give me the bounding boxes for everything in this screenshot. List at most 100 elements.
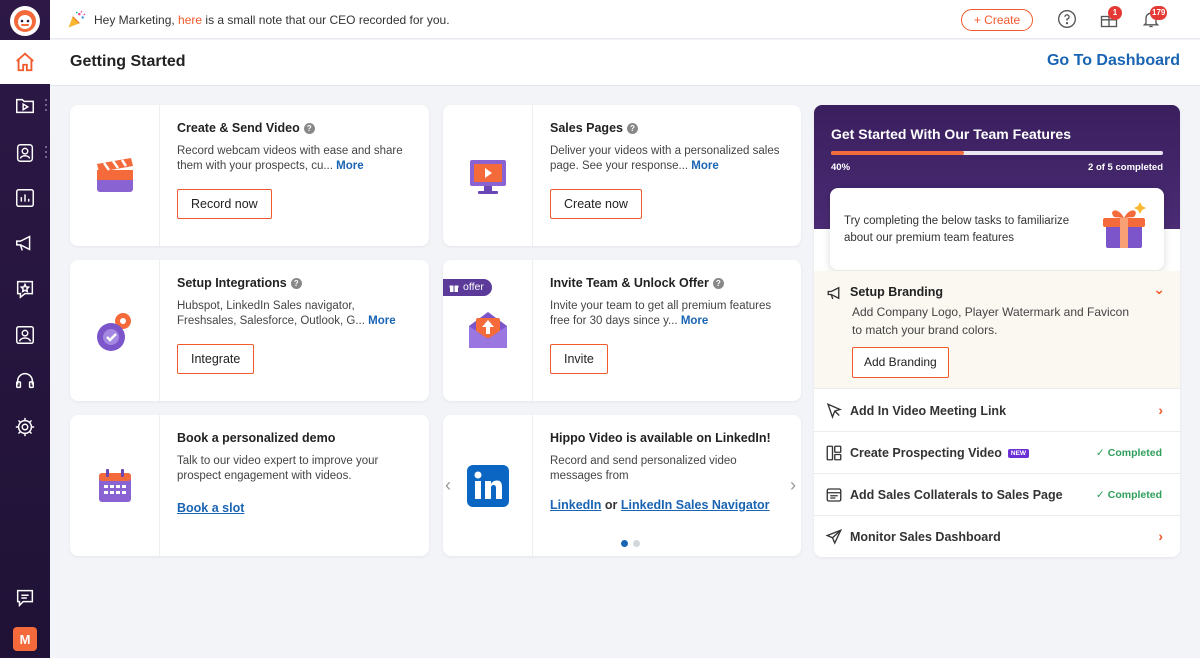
gift-icon bbox=[449, 285, 459, 292]
linkedin-icon bbox=[466, 464, 509, 507]
branding-description: Add Company Logo, Player Watermark and F… bbox=[852, 305, 1130, 337]
cursor-icon bbox=[826, 403, 842, 419]
menu-dots-icon[interactable] bbox=[45, 99, 47, 111]
star-icon bbox=[16, 280, 34, 299]
app-logo[interactable] bbox=[10, 6, 40, 36]
card-description: Record webcam videos with ease and share… bbox=[177, 145, 403, 172]
browser-window-icon bbox=[826, 488, 842, 502]
gift-button[interactable]: 1 bbox=[1099, 6, 1122, 31]
note-suffix: is a small note that our CEO recorded fo… bbox=[205, 13, 450, 27]
create-now-button[interactable]: Create now bbox=[550, 189, 642, 219]
calendar-icon bbox=[98, 468, 131, 502]
help-icon[interactable]: ? bbox=[712, 277, 724, 289]
book-slot-link[interactable]: Book a slot bbox=[177, 501, 244, 515]
page-header: Getting Started Go To Dashboard bbox=[50, 40, 1200, 86]
ceo-note-link[interactable]: here bbox=[178, 13, 202, 27]
sidebar-item-videos[interactable] bbox=[0, 84, 50, 128]
sidebar: M bbox=[0, 0, 50, 658]
invite-button[interactable]: Invite bbox=[550, 344, 608, 374]
chevron-right-icon: › bbox=[1158, 528, 1163, 544]
card-integrations: Setup Integrations? Hubspot, LinkedIn Sa… bbox=[70, 260, 429, 401]
linkedin-sales-navigator-link[interactable]: LinkedIn Sales Navigator bbox=[621, 498, 770, 512]
feedback-icon bbox=[16, 589, 34, 608]
task-row[interactable]: Add Sales Collaterals to Sales Page ✓ Com… bbox=[814, 474, 1180, 516]
note-prefix: Hey Marketing, bbox=[94, 13, 175, 27]
more-link[interactable]: More bbox=[336, 160, 363, 172]
sidebar-item-contacts[interactable] bbox=[0, 131, 50, 175]
progress-count: 2 of 5 completed bbox=[1088, 162, 1163, 173]
presentation-icon bbox=[16, 326, 34, 344]
menu-dots-icon[interactable] bbox=[45, 146, 47, 158]
send-icon bbox=[825, 529, 843, 545]
card-description: Hubspot, LinkedIn Sales navigator, Fresh… bbox=[177, 300, 365, 327]
card-title: Sales Pages bbox=[550, 121, 623, 135]
task-row[interactable]: Add In Video Meeting Link › bbox=[814, 390, 1180, 432]
more-link[interactable]: More bbox=[691, 160, 718, 172]
card-book-demo: Book a personalized demo Talk to our vid… bbox=[70, 415, 429, 556]
progress-fill bbox=[831, 151, 964, 155]
check-icon: ✓ bbox=[1095, 447, 1105, 459]
add-branding-button[interactable]: Add Branding bbox=[852, 347, 949, 378]
task-row[interactable]: Monitor Sales Dashboard › bbox=[814, 516, 1180, 557]
task-label: Create Prospecting Video bbox=[850, 446, 1002, 460]
chevron-down-icon[interactable]: ⌄ bbox=[1153, 281, 1165, 298]
card-description: Talk to our video expert to improve your… bbox=[177, 455, 379, 482]
task-label: Add In Video Meeting Link bbox=[850, 404, 1007, 418]
help-button[interactable] bbox=[1057, 9, 1079, 31]
sidebar-item-reviews[interactable] bbox=[0, 267, 50, 311]
record-now-button[interactable]: Record now bbox=[177, 189, 272, 219]
card-title: Create & Send Video bbox=[177, 121, 300, 135]
go-to-dashboard-link[interactable]: Go To Dashboard bbox=[1047, 52, 1180, 70]
tip-card: Try completing the below tasks to famili… bbox=[830, 188, 1164, 270]
hippo-logo-icon bbox=[14, 10, 36, 32]
card-description: Invite your team to get all premium feat… bbox=[550, 300, 772, 327]
team-features-panel: Get Started With Our Team Features 40% 2… bbox=[814, 105, 1180, 557]
carousel-dot[interactable] bbox=[633, 540, 640, 547]
help-icon[interactable]: ? bbox=[290, 277, 302, 289]
sidebar-item-analytics[interactable] bbox=[0, 176, 50, 220]
tip-text: Try completing the below tasks to famili… bbox=[844, 215, 1070, 244]
sidebar-item-home[interactable] bbox=[0, 40, 50, 84]
carousel-prev-arrow[interactable]: ‹ bbox=[445, 475, 451, 496]
card-title: Book a personalized demo bbox=[177, 431, 336, 445]
sidebar-item-support[interactable] bbox=[0, 359, 50, 403]
more-link[interactable]: More bbox=[368, 315, 395, 327]
sidebar-item-settings[interactable] bbox=[0, 405, 50, 449]
avatar[interactable]: M bbox=[13, 627, 37, 651]
monitor-video-icon bbox=[469, 159, 506, 194]
sidebar-item-presentation[interactable] bbox=[0, 313, 50, 357]
help-icon[interactable]: ? bbox=[626, 122, 638, 134]
contacts-icon bbox=[16, 144, 34, 162]
headset-icon bbox=[16, 373, 34, 389]
create-button[interactable]: + Create bbox=[961, 9, 1033, 31]
more-link[interactable]: More bbox=[681, 315, 708, 327]
sidebar-item-feedback[interactable] bbox=[0, 576, 50, 620]
card-description: Deliver your videos with a personalized … bbox=[550, 145, 780, 172]
notifications-button[interactable]: 179 bbox=[1141, 6, 1168, 31]
party-popper-icon bbox=[68, 10, 86, 28]
carousel-dot[interactable] bbox=[621, 540, 628, 547]
progress-bar bbox=[831, 151, 1163, 155]
card-invite-team: offer Invite Team & Unlock Offer? Invite… bbox=[443, 260, 801, 401]
new-badge: NEW bbox=[1007, 449, 1030, 458]
top-bar: Hey Marketing, here is a small note that… bbox=[50, 0, 1200, 39]
progress-percent: 40% bbox=[831, 162, 851, 173]
gears-icon bbox=[96, 312, 131, 351]
check-icon: ✓ bbox=[1095, 489, 1105, 501]
card-title: Setup Integrations bbox=[177, 276, 287, 290]
gift-box-icon bbox=[1103, 202, 1146, 248]
notifications-badge: 179 bbox=[1150, 6, 1168, 20]
card-description: Record and send personalized video messa… bbox=[550, 455, 737, 482]
gift-badge: 1 bbox=[1108, 6, 1122, 20]
carousel-dots bbox=[621, 540, 640, 547]
card-sales-pages: Sales Pages? Deliver your videos with a … bbox=[443, 105, 801, 246]
carousel-next-arrow[interactable]: › bbox=[790, 475, 796, 496]
clapperboard-icon bbox=[96, 157, 133, 192]
task-row[interactable]: Create Prospecting Video NEW ✓ Completed bbox=[814, 432, 1180, 474]
linkedin-link[interactable]: LinkedIn bbox=[550, 498, 601, 512]
help-icon[interactable]: ? bbox=[303, 122, 315, 134]
integrate-button[interactable]: Integrate bbox=[177, 344, 255, 374]
setup-branding-section: Setup Branding ⌄ Add Company Logo, Playe… bbox=[814, 271, 1180, 389]
sidebar-item-campaigns[interactable] bbox=[0, 221, 50, 265]
video-library-icon bbox=[16, 98, 34, 114]
